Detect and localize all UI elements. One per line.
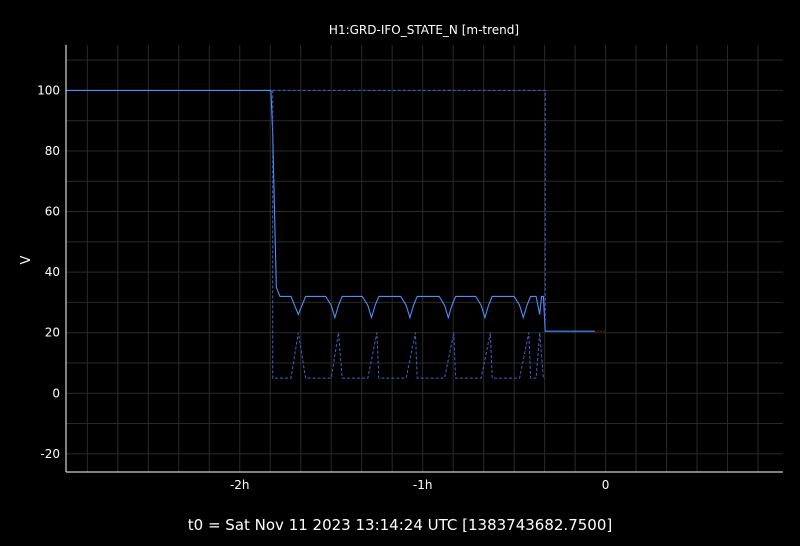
chart-background [0, 0, 800, 546]
y-tick-label: 80 [45, 144, 60, 158]
y-tick-label: 40 [45, 265, 60, 279]
y-axis-label: V [19, 255, 34, 264]
y-tick-label: 20 [45, 326, 60, 340]
x-tick-label: -1h [413, 478, 433, 492]
t0-caption: t0 = Sat Nov 11 2023 13:14:24 UTC [13837… [188, 516, 612, 534]
y-tick-label: 0 [52, 386, 60, 400]
y-tick-label: 100 [37, 83, 60, 97]
x-tick-label: -2h [230, 478, 250, 492]
chart: -20 0 20 40 60 80 100 -2h -1h 0 H1:GRD-IFO_STATE_… [0, 0, 800, 546]
chart-title: H1:GRD-IFO_STATE_N [m-trend] [329, 23, 519, 37]
y-tick-label: -20 [40, 447, 60, 461]
x-tick-label: 0 [602, 478, 610, 492]
y-tick-label: 60 [45, 205, 60, 219]
